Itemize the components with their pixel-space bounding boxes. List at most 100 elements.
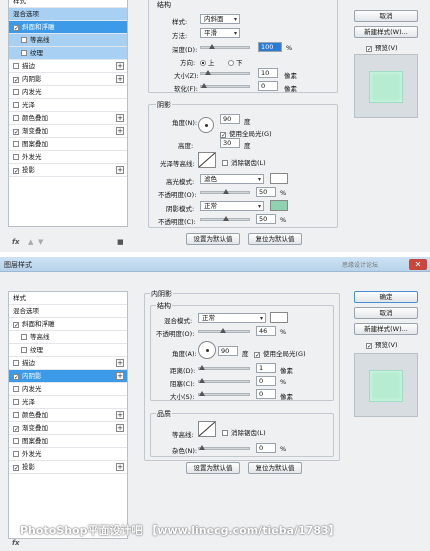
style-item-gradient-overlay[interactable]: ✓ 渐变叠加 + xyxy=(9,125,127,138)
angle-dial-icon[interactable] xyxy=(198,117,214,133)
checkbox-icon[interactable] xyxy=(13,115,19,121)
checkbox-icon[interactable] xyxy=(13,141,19,147)
angle-dial-icon[interactable] xyxy=(198,341,216,359)
checkbox-icon[interactable] xyxy=(13,438,19,444)
highlight-opacity-slider[interactable] xyxy=(200,189,250,194)
style-item-pattern-overlay[interactable]: 图案叠加 xyxy=(9,138,127,151)
style-item-drop-shadow[interactable]: ✓ 投影 + xyxy=(9,164,127,177)
contour-picker[interactable] xyxy=(198,421,216,437)
checkbox-icon[interactable] xyxy=(21,37,27,43)
highlight-opacity-input[interactable]: 50 xyxy=(256,187,276,197)
style-item-blend-options[interactable]: 混合选项 xyxy=(9,305,127,318)
slider-knob-icon[interactable] xyxy=(209,44,215,49)
style-item-outer-glow[interactable]: 外发光 xyxy=(9,448,127,461)
direction-up[interactable]: 上 xyxy=(200,57,215,67)
checkbox-icon[interactable] xyxy=(222,430,228,436)
new-style-button[interactable]: 新建样式(W)... xyxy=(354,26,418,38)
make-default-button[interactable]: 设置为默认值 xyxy=(186,462,240,474)
style-item-color-overlay[interactable]: 颜色叠加 + xyxy=(9,112,127,125)
style-item-color-overlay[interactable]: 颜色叠加 + xyxy=(9,409,127,422)
shadow-opacity-slider[interactable] xyxy=(200,216,250,221)
style-list-header[interactable]: 样式 xyxy=(9,0,127,8)
noise-slider[interactable] xyxy=(198,445,250,450)
style-select[interactable]: 内斜面 xyxy=(200,14,240,24)
size-input[interactable]: 0 xyxy=(256,389,276,399)
checkbox-icon[interactable]: ✓ xyxy=(13,426,19,433)
checkbox-icon[interactable]: ✓ xyxy=(13,129,19,136)
slider-knob-icon[interactable] xyxy=(199,391,205,396)
style-item-pattern-overlay[interactable]: 图案叠加 xyxy=(9,435,127,448)
style-list-header[interactable]: 样式 xyxy=(9,292,127,305)
shadow-opacity-input[interactable]: 50 xyxy=(256,214,276,224)
angle-input[interactable]: 90 xyxy=(220,114,240,124)
antialias-toggle[interactable]: 消除锯齿(L) xyxy=(222,427,266,437)
plus-icon[interactable]: + xyxy=(116,75,124,83)
angle-input[interactable]: 90 xyxy=(218,346,238,356)
checkbox-icon[interactable] xyxy=(13,412,19,418)
plus-icon[interactable]: + xyxy=(116,372,124,380)
choke-slider[interactable] xyxy=(198,378,250,383)
direction-down[interactable]: 下 xyxy=(228,57,243,67)
plus-icon[interactable]: + xyxy=(116,424,124,432)
slider-knob-icon[interactable] xyxy=(223,216,229,221)
style-item-blend-options[interactable]: 混合选项 xyxy=(9,8,127,21)
global-light-toggle[interactable]: ✓ 使用全局光(G) xyxy=(254,348,306,359)
style-item-satin[interactable]: 光泽 xyxy=(9,396,127,409)
slider-knob-icon[interactable] xyxy=(199,365,205,370)
preview-toggle[interactable]: ✓ 预览(V) xyxy=(366,339,398,350)
style-item-stroke[interactable]: 描边 + xyxy=(9,60,127,73)
slider-knob-icon[interactable] xyxy=(199,445,205,450)
highlight-color-swatch[interactable] xyxy=(270,173,288,184)
checkbox-icon[interactable] xyxy=(21,50,27,56)
reset-default-button[interactable]: 复位为默认值 xyxy=(248,462,302,474)
style-item-inner-glow[interactable]: 内发光 xyxy=(9,383,127,396)
plus-icon[interactable]: + xyxy=(116,463,124,471)
method-select[interactable]: 平滑 xyxy=(200,28,240,38)
slider-knob-icon[interactable] xyxy=(201,83,207,88)
global-light-toggle[interactable]: ✓ 使用全局光(G) xyxy=(220,128,272,139)
move-up-icon[interactable]: ▲ xyxy=(28,238,33,246)
checkbox-icon[interactable]: ✓ xyxy=(366,343,372,350)
opacity-slider[interactable] xyxy=(198,328,250,333)
checkbox-icon[interactable]: ✓ xyxy=(13,374,19,381)
checkbox-icon[interactable]: ✓ xyxy=(13,25,19,32)
slider-knob-icon[interactable] xyxy=(223,189,229,194)
checkbox-icon[interactable] xyxy=(13,63,19,69)
style-item-stroke[interactable]: 描边 + xyxy=(9,357,127,370)
checkbox-icon[interactable] xyxy=(13,102,19,108)
inner-shadow-color-swatch[interactable] xyxy=(270,312,288,323)
choke-input[interactable]: 0 xyxy=(256,376,276,386)
checkbox-icon[interactable] xyxy=(13,386,19,392)
style-item-contour[interactable]: 等高线 xyxy=(9,331,127,344)
noise-input[interactable]: 0 xyxy=(256,443,276,453)
checkbox-icon[interactable]: ✓ xyxy=(13,77,19,84)
blend-mode-select[interactable]: 正常 xyxy=(198,313,266,323)
shadow-mode-select[interactable]: 正常 xyxy=(200,201,264,211)
opacity-input[interactable]: 46 xyxy=(256,326,276,336)
plus-icon[interactable]: + xyxy=(116,411,124,419)
plus-icon[interactable]: + xyxy=(116,114,124,122)
style-item-inner-shadow[interactable]: ✓ 内阴影 + xyxy=(9,370,127,383)
ok-button[interactable]: 确定 xyxy=(354,291,418,303)
checkbox-icon[interactable] xyxy=(21,334,27,340)
altitude-input[interactable]: 30 xyxy=(220,138,240,148)
style-item-gradient-overlay[interactable]: ✓ 渐变叠加 + xyxy=(9,422,127,435)
cancel-button[interactable]: 取消 xyxy=(354,307,418,319)
checkbox-icon[interactable] xyxy=(13,451,19,457)
style-item-outer-glow[interactable]: 外发光 xyxy=(9,151,127,164)
checkbox-icon[interactable] xyxy=(13,399,19,405)
style-item-inner-shadow[interactable]: ✓ 内阴影 + xyxy=(9,73,127,86)
reset-default-button[interactable]: 复位为默认值 xyxy=(248,233,302,245)
close-icon[interactable]: ✕ xyxy=(409,259,427,270)
checkbox-icon[interactable]: ✓ xyxy=(13,465,19,472)
style-item-satin[interactable]: 光泽 xyxy=(9,99,127,112)
move-down-icon[interactable]: ▼ xyxy=(38,238,43,246)
slider-knob-icon[interactable] xyxy=(199,378,205,383)
checkbox-icon[interactable]: ✓ xyxy=(366,46,372,53)
size-slider[interactable] xyxy=(198,391,250,396)
style-item-bevel-emboss[interactable]: ✓ 斜面和浮雕 xyxy=(9,318,127,331)
style-item-texture[interactable]: 纹理 xyxy=(9,344,127,357)
distance-slider[interactable] xyxy=(198,365,250,370)
soften-input[interactable]: 0 xyxy=(258,81,278,91)
slider-knob-icon[interactable] xyxy=(205,70,211,75)
